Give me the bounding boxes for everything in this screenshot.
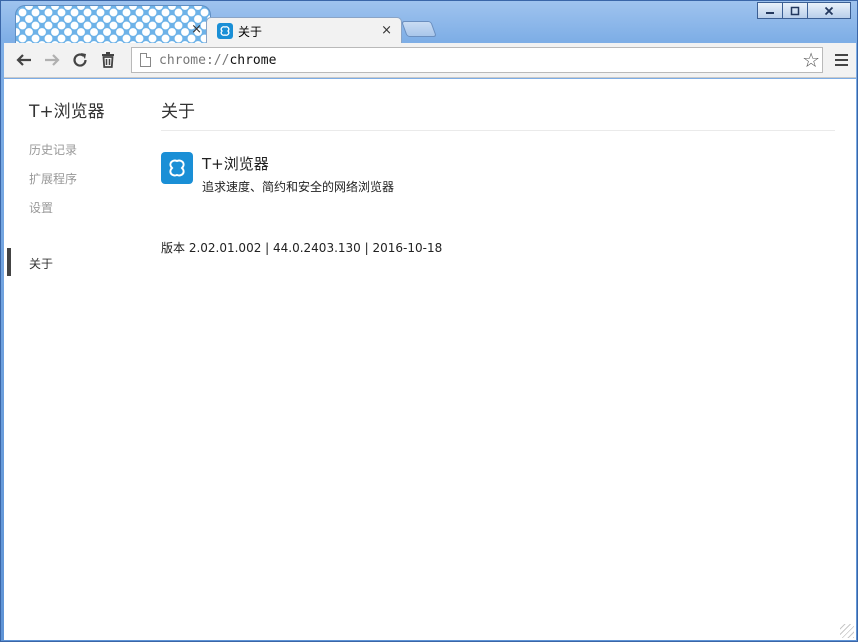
- url-text[interactable]: chrome://chrome: [159, 53, 276, 68]
- back-button[interactable]: [10, 46, 38, 74]
- address-bar[interactable]: chrome://chrome ☆: [131, 47, 823, 73]
- minimize-icon: [766, 11, 774, 14]
- toolbar: chrome://chrome ☆: [4, 43, 856, 78]
- maximize-button[interactable]: [782, 2, 808, 19]
- reload-icon: [73, 53, 87, 67]
- version-info: 版本 2.02.01.002 | 44.0.2403.130 | 2016-10…: [161, 241, 443, 255]
- close-icon: [824, 6, 834, 15]
- page-title: 关于: [161, 102, 195, 122]
- close-window-button[interactable]: [807, 2, 851, 19]
- app-name: T+浏览器: [202, 155, 269, 173]
- new-tab-button[interactable]: [401, 21, 437, 37]
- page-content: T+浏览器 历史记录 扩展程序 设置 关于 关于 T+浏览器 追求速度、简约和安…: [4, 79, 856, 640]
- forward-button[interactable]: [38, 46, 66, 74]
- clear-data-button[interactable]: [94, 46, 122, 74]
- tab-close-icon[interactable]: ×: [191, 22, 202, 37]
- browser-logo-icon: [217, 23, 233, 39]
- tab-title: 关于: [238, 24, 263, 39]
- bookmark-star-icon[interactable]: ☆: [802, 49, 820, 71]
- app-description: 追求速度、简约和安全的网络浏览器: [202, 180, 395, 194]
- menu-bar: [834, 59, 848, 61]
- url-host: chrome: [229, 52, 277, 68]
- browser-logo-icon: [161, 152, 193, 184]
- minimize-button[interactable]: [757, 2, 783, 19]
- tab-inactive[interactable]: ×: [15, 5, 211, 43]
- reload-button[interactable]: [66, 46, 94, 74]
- trash-icon: [102, 52, 114, 68]
- sidebar-item-history[interactable]: 历史记录: [29, 141, 77, 158]
- sidebar-item-extensions[interactable]: 扩展程序: [29, 170, 77, 187]
- url-scheme: chrome://: [159, 52, 230, 68]
- maximize-icon: [790, 6, 800, 15]
- menu-button[interactable]: [830, 47, 852, 73]
- tab-about[interactable]: 关于 ×: [206, 17, 402, 44]
- sidebar-brand: T+浏览器: [29, 102, 105, 122]
- browser-window: × 关于 × chrome://chrome ☆ T+浏览器 历史记录 扩展程序…: [0, 0, 858, 642]
- forward-arrow-icon: [45, 54, 60, 66]
- window-caption-buttons: [757, 2, 851, 20]
- title-divider: [161, 130, 835, 131]
- sidebar-item-settings[interactable]: 设置: [29, 199, 53, 216]
- back-arrow-icon: [16, 54, 31, 66]
- menu-bar: [834, 54, 848, 56]
- menu-bar: [834, 64, 848, 66]
- page-icon: [140, 53, 151, 67]
- resize-grip[interactable]: [840, 624, 854, 638]
- tab-close-icon[interactable]: ×: [381, 23, 392, 38]
- sidebar-item-about[interactable]: 关于: [29, 255, 53, 272]
- sidebar-selected-marker: [7, 248, 11, 276]
- tab-strip: × 关于 ×: [1, 1, 858, 44]
